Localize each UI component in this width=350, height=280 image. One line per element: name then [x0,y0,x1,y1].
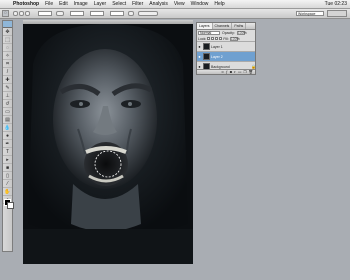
fill-label: Fill: [223,36,229,41]
menu-layer[interactable]: Layer [91,0,110,8]
marquee-tool-icon[interactable]: ⬚ [3,37,12,44]
new-layer-icon[interactable]: ❐ [243,70,246,74]
slice-tool-icon[interactable]: / [3,69,12,76]
gradient-tool-icon[interactable]: ▤ [3,117,12,124]
options-bar: ◌ Workspace [0,9,350,19]
workspace-dropdown[interactable]: Workspace [296,11,324,16]
blend-mode-dropdown[interactable]: Normal [198,31,220,35]
new-selection-button[interactable] [13,11,18,16]
lock-label: Lock: [198,36,207,41]
eye-icon[interactable]: ● [197,44,202,49]
layers-palette-footer: ∞ ƒ ◙ ◐ ▭ ❐ 🗑 [197,69,255,74]
eye-icon[interactable]: ● [197,54,202,59]
trash-icon[interactable]: 🗑 [249,70,253,74]
history-brush-tool-icon[interactable]: ↺ [3,101,12,108]
layer-row-selected[interactable]: ● Layer 2 [197,52,255,62]
layer-thumbnail [203,53,210,60]
frequency-field[interactable] [110,11,124,16]
add-mask-icon[interactable]: ◙ [230,70,232,74]
healing-brush-tool-icon[interactable]: ✚ [3,77,12,84]
link-layers-icon[interactable]: ∞ [221,70,224,74]
lock-transparent-checkbox[interactable] [207,37,211,40]
dodge-tool-icon[interactable]: ● [3,133,12,140]
notes-tool-icon[interactable]: ▯ [3,173,12,180]
lasso-tool-preset-icon[interactable]: ◌ [2,10,9,17]
menu-photoshop[interactable]: Photoshop [10,0,42,8]
menubar-clock: Tue 02:23 [324,1,347,7]
layer-name[interactable]: Layer 1 [211,45,255,49]
move-tool-icon[interactable]: ✥ [3,29,12,36]
menu-file[interactable]: File [42,0,56,8]
lock-position-checkbox[interactable] [215,37,219,40]
hand-tool-icon[interactable]: ✋ [3,189,12,196]
menu-analysis[interactable]: Analysis [146,0,171,8]
brush-tool-icon[interactable]: ✎ [3,85,12,92]
shape-tool-icon[interactable]: ■ [3,165,12,172]
path-selection-tool-icon[interactable]: ▸ [3,157,12,164]
lasso-tool-icon[interactable]: ◌ [3,45,12,52]
layers-palette-tabs: Layers Channels Paths [197,23,255,30]
subtract-selection-button[interactable] [25,11,30,16]
fill-field[interactable]: 100% [229,36,240,41]
menu-select[interactable]: Select [109,0,129,8]
magic-wand-tool-icon[interactable]: ✧ [3,53,12,60]
tab-layers[interactable]: Layers [197,23,213,29]
layer-thumbnail [203,43,210,50]
menu-view[interactable]: View [171,0,188,8]
crop-tool-icon[interactable]: ⌗ [3,61,12,68]
pen-tool-icon[interactable]: ✒ [3,141,12,148]
menu-filter[interactable]: Filter [129,0,146,8]
document-window[interactable] [23,20,193,264]
menu-edit[interactable]: Edit [56,0,71,8]
menu-window[interactable]: Window [188,0,212,8]
contrast-field[interactable] [90,11,104,16]
clone-stamp-tool-icon[interactable]: ⊥ [3,93,12,100]
feather-field[interactable] [38,11,52,16]
width-field[interactable] [70,11,84,16]
layer-row[interactable]: ● Layer 1 [197,42,255,52]
adjustment-layer-icon[interactable]: ◐ [234,70,236,74]
tab-paths[interactable]: Paths [232,23,247,29]
lock-all-checkbox[interactable] [219,37,223,40]
eraser-tool-icon[interactable]: ▭ [3,109,12,116]
lock-image-checkbox[interactable] [211,37,215,40]
toolbox: ✥ ⬚ ◌ ✧ ⌗ / ✚ ✎ ⊥ ↺ ▭ ▤ 💧 ● ✒ T ▸ ■ ▯ ⁄ … [2,20,14,252]
layer-style-icon[interactable]: ƒ [226,70,228,74]
tab-channels[interactable]: Channels [213,23,233,29]
pen-pressure-button[interactable] [128,11,134,16]
toolbox-header [3,21,12,28]
anti-alias-checkbox[interactable] [56,11,64,16]
palette-well [327,10,347,17]
blur-tool-icon[interactable]: 💧 [3,125,12,132]
layers-palette: Layers Channels Paths Normal Opacity: 10… [196,22,256,75]
opacity-label: Opacity: [222,31,235,35]
menu-bar: Photoshop File Edit Image Layer Select F… [0,0,350,9]
new-group-icon[interactable]: ▭ [238,70,241,74]
type-tool-icon[interactable]: T [3,149,12,156]
add-selection-button[interactable] [19,11,24,16]
layer-name[interactable]: Layer 2 [211,55,255,59]
opacity-field[interactable]: 100% [236,31,247,35]
eyedropper-tool-icon[interactable]: ⁄ [3,181,12,188]
menu-help[interactable]: Help [211,0,227,8]
layer-name[interactable]: Background [211,65,250,69]
background-color-swatch[interactable] [7,202,14,209]
photo-screaming-man[interactable] [23,24,193,264]
menu-image[interactable]: Image [71,0,91,8]
refine-edge-button[interactable] [138,11,158,16]
